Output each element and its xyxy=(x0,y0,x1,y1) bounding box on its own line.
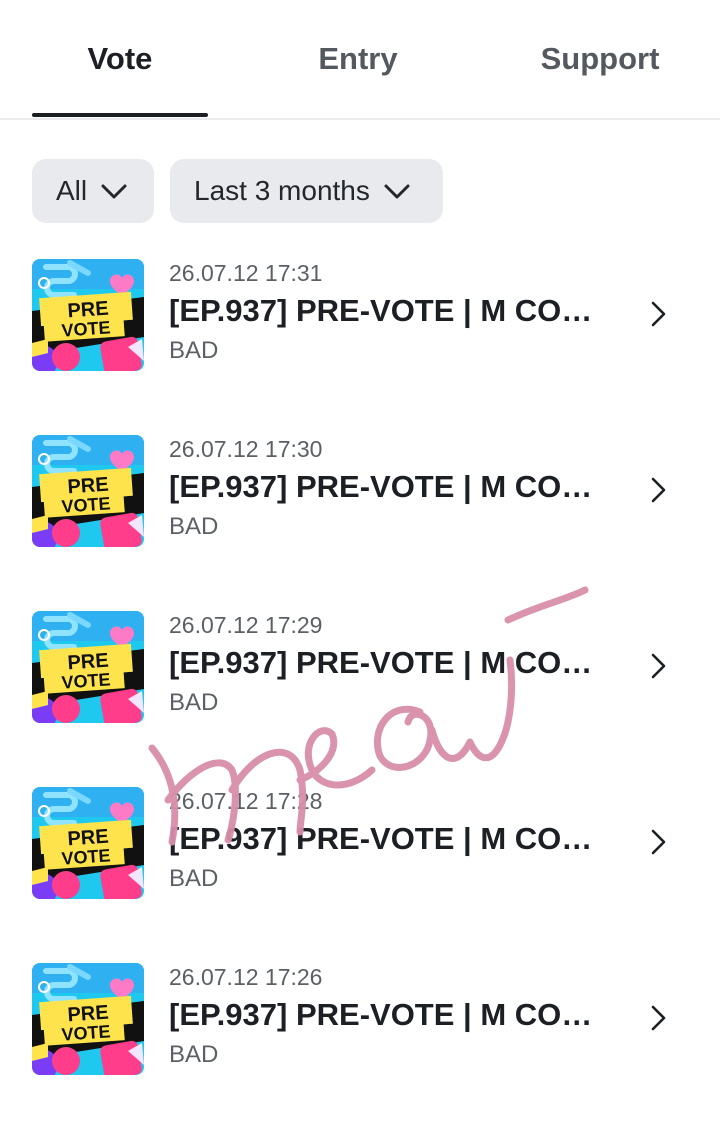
chevron-down-icon xyxy=(384,184,410,199)
voted-artist: BAD xyxy=(169,337,219,364)
pre-vote-thumbnail: PRE VOTE xyxy=(32,787,144,899)
chevron-right-icon xyxy=(651,477,666,503)
active-tab-indicator xyxy=(32,113,208,117)
vote-title: [EP.937] PRE-VOTE | M COUNTDOWN xyxy=(169,293,599,328)
thumbnail-text-line2: VOTE xyxy=(61,669,111,692)
vote-title: [EP.937] PRE-VOTE | M COUNTDOWN xyxy=(169,645,599,680)
vote-history-meta: 26.07.12 17:28 [EP.937] PRE-VOTE | M COU… xyxy=(169,787,619,894)
vote-date: 26.07.12 17:26 xyxy=(169,964,323,990)
pre-vote-thumbnail: PRE VOTE xyxy=(32,259,144,371)
chevron-right-icon xyxy=(651,653,666,679)
voted-artist: BAD xyxy=(169,1041,219,1068)
vote-title: [EP.937] PRE-VOTE | M COUNTDOWN xyxy=(169,997,599,1032)
vote-history-meta: 26.07.12 17:29 [EP.937] PRE-VOTE | M COU… xyxy=(169,611,619,718)
chevron-down-icon xyxy=(101,184,127,199)
thumbnail-text-line2: VOTE xyxy=(61,1021,111,1044)
period-filter-label: Last 3 months xyxy=(194,175,370,206)
vote-history-item[interactable]: PRE VOTE 26.07.12 17:30 [EP.937] PRE-VOT… xyxy=(0,435,720,555)
tab-support[interactable]: Support xyxy=(512,0,688,118)
tab-entry[interactable]: Entry xyxy=(270,0,446,118)
vote-history-item[interactable]: PRE VOTE 26.07.12 17:26 [EP.937] PRE-VOT… xyxy=(0,963,720,1083)
vote-date: 26.07.12 17:30 xyxy=(169,436,323,462)
voted-artist: BAD xyxy=(169,513,219,540)
thumbnail-text-line2: VOTE xyxy=(61,317,111,340)
chevron-right-icon xyxy=(651,1005,666,1031)
pre-vote-thumbnail: PRE VOTE xyxy=(32,963,144,1075)
vote-history-meta: 26.07.12 17:30 [EP.937] PRE-VOTE | M COU… xyxy=(169,435,619,542)
vote-title: [EP.937] PRE-VOTE | M COUNTDOWN xyxy=(169,469,599,504)
vote-history-item[interactable]: PRE VOTE 26.07.12 17:31 [EP.937] PRE-VOT… xyxy=(0,259,720,379)
vote-title: [EP.937] PRE-VOTE | M COUNTDOWN xyxy=(169,821,599,856)
vote-history-meta: 26.07.12 17:31 [EP.937] PRE-VOTE | M COU… xyxy=(169,259,619,366)
voted-artist: BAD xyxy=(169,865,219,892)
vote-history-meta: 26.07.12 17:26 [EP.937] PRE-VOTE | M COU… xyxy=(169,963,619,1070)
category-filter-label: All xyxy=(56,175,88,206)
chevron-right-icon xyxy=(651,829,666,855)
period-filter-dropdown[interactable]: Last 3 months xyxy=(170,159,443,223)
category-filter-dropdown[interactable]: All xyxy=(32,159,154,223)
tab-vote[interactable]: Vote xyxy=(32,0,208,118)
vote-date: 26.07.12 17:28 xyxy=(169,788,323,814)
tab-bar: Vote Entry Support xyxy=(0,0,720,120)
vote-date: 26.07.12 17:29 xyxy=(169,612,323,638)
voted-artist: BAD xyxy=(169,689,219,716)
thumbnail-text-line2: VOTE xyxy=(61,845,111,868)
vote-history-item[interactable]: PRE VOTE 26.07.12 17:28 [EP.937] PRE-VOT… xyxy=(0,787,720,907)
pre-vote-thumbnail: PRE VOTE xyxy=(32,435,144,547)
thumbnail-text-line2: VOTE xyxy=(61,493,111,516)
vote-history-item[interactable]: PRE VOTE 26.07.12 17:29 [EP.937] PRE-VOT… xyxy=(0,611,720,731)
chevron-right-icon xyxy=(651,301,666,327)
pre-vote-thumbnail: PRE VOTE xyxy=(32,611,144,723)
vote-date: 26.07.12 17:31 xyxy=(169,260,323,286)
